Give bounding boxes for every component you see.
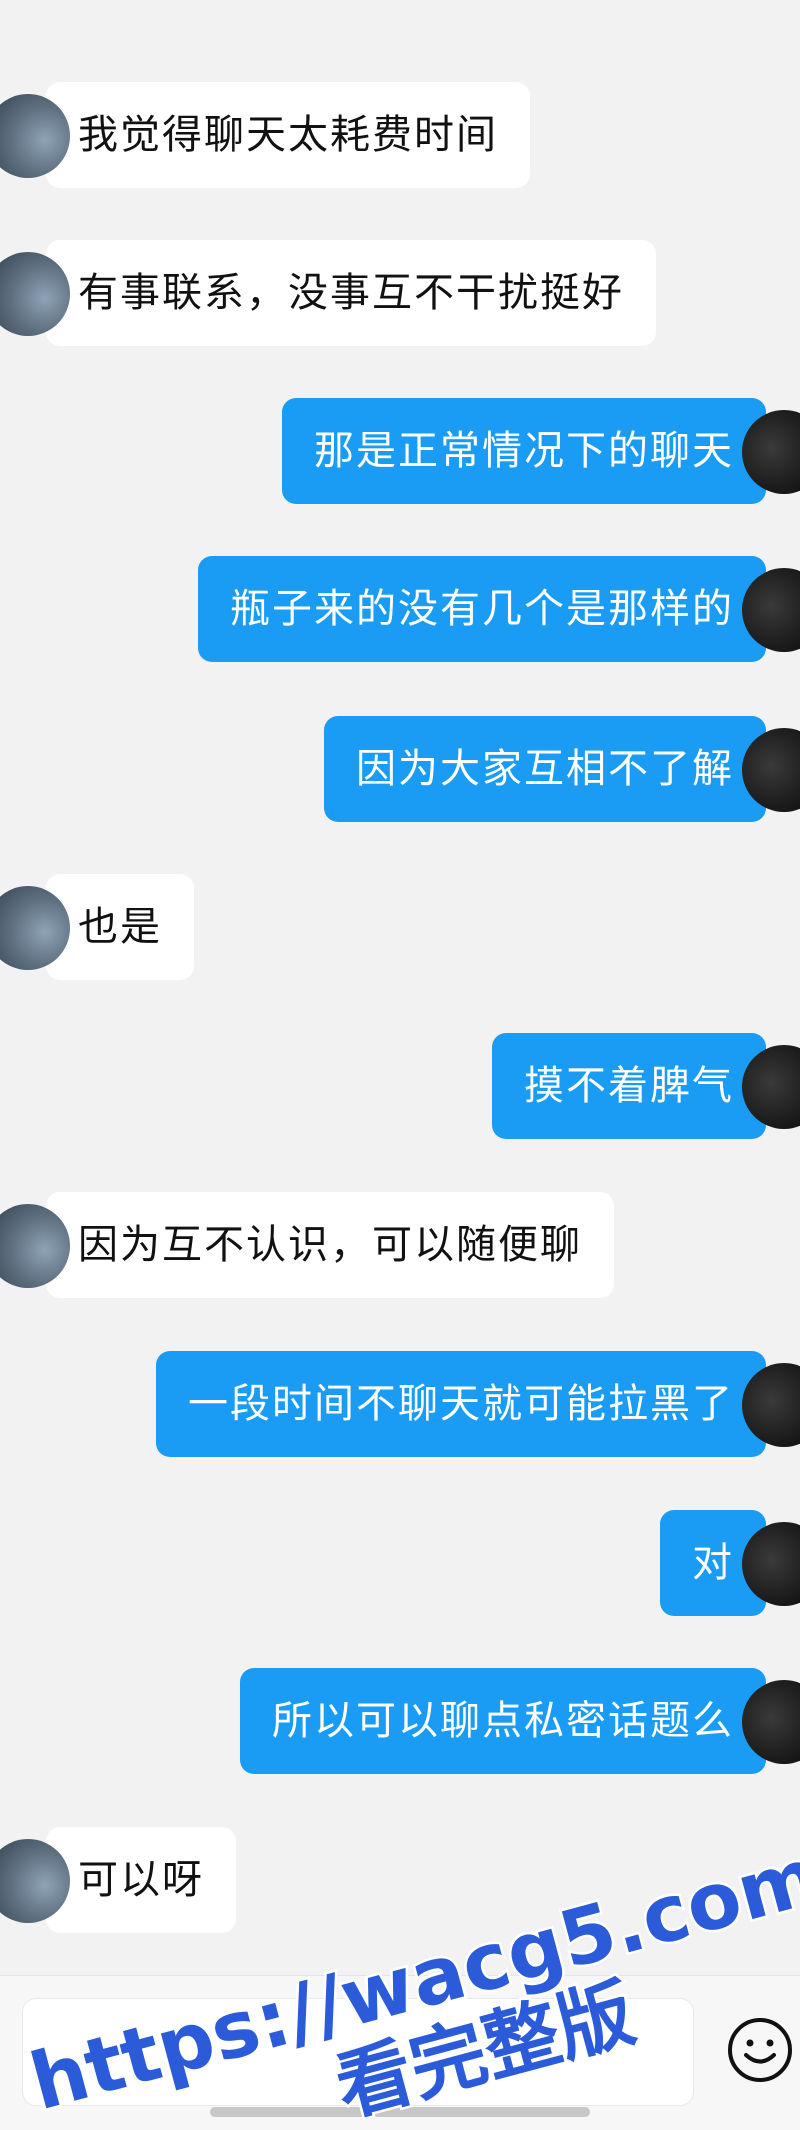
- own-avatar[interactable]: [742, 1522, 800, 1606]
- message-row: 因为大家互相不了解: [0, 716, 800, 822]
- message-text: 对: [692, 1540, 734, 1586]
- own-avatar[interactable]: [742, 1045, 800, 1129]
- outgoing-message-bubble[interactable]: 对: [660, 1510, 800, 1616]
- home-indicator[interactable]: [210, 2107, 590, 2117]
- message-text: 我觉得聊天太耗费时间: [78, 112, 498, 158]
- smiley-face-icon[interactable]: [726, 2016, 794, 2084]
- message-row: 那是正常情况下的聊天: [0, 398, 800, 504]
- message-row: 有事联系，没事互不干扰挺好: [0, 240, 800, 346]
- incoming-message-bubble[interactable]: 可以呀: [0, 1827, 236, 1933]
- message-row: 可以呀: [0, 1827, 800, 1933]
- outgoing-message-bubble[interactable]: 那是正常情况下的聊天: [282, 398, 800, 504]
- contact-avatar[interactable]: [0, 1204, 70, 1288]
- message-row: 摸不着脾气: [0, 1033, 800, 1139]
- message-text: 也是: [78, 904, 162, 950]
- own-avatar[interactable]: [742, 1363, 800, 1447]
- message-text: 摸不着脾气: [524, 1063, 734, 1109]
- contact-avatar[interactable]: [0, 1839, 70, 1923]
- own-avatar[interactable]: [742, 728, 800, 812]
- outgoing-message-bubble[interactable]: 因为大家互相不了解: [324, 716, 800, 822]
- incoming-message-bubble[interactable]: 也是: [0, 874, 194, 980]
- message-row: 也是: [0, 874, 800, 980]
- chat-thread: 我觉得聊天太耗费时间 有事联系，没事互不干扰挺好 那是正常情况下的聊天 瓶子来的…: [0, 0, 800, 1975]
- message-row: 瓶子来的没有几个是那样的: [0, 556, 800, 662]
- own-avatar[interactable]: [742, 410, 800, 494]
- incoming-message-bubble[interactable]: 有事联系，没事互不干扰挺好: [0, 240, 656, 346]
- message-row: 一段时间不聊天就可能拉黑了: [0, 1351, 800, 1457]
- message-text: 瓶子来的没有几个是那样的: [230, 586, 734, 632]
- outgoing-message-bubble[interactable]: 摸不着脾气: [492, 1033, 800, 1139]
- message-text: 因为大家互相不了解: [356, 746, 734, 792]
- contact-avatar[interactable]: [0, 252, 70, 336]
- message-row: 对: [0, 1510, 800, 1616]
- contact-avatar[interactable]: [0, 94, 70, 178]
- message-text: 那是正常情况下的聊天: [314, 428, 734, 474]
- contact-avatar[interactable]: [0, 886, 70, 970]
- message-text: 因为互不认识，可以随便聊: [78, 1222, 582, 1268]
- incoming-message-bubble[interactable]: 因为互不认识，可以随便聊: [0, 1192, 614, 1298]
- message-input[interactable]: [22, 1998, 694, 2106]
- own-avatar[interactable]: [742, 1680, 800, 1764]
- incoming-message-bubble[interactable]: 我觉得聊天太耗费时间: [0, 82, 530, 188]
- message-text: 可以呀: [78, 1857, 204, 1903]
- outgoing-message-bubble[interactable]: 瓶子来的没有几个是那样的: [198, 556, 800, 662]
- message-row: 我觉得聊天太耗费时间: [0, 82, 800, 188]
- message-text: 一段时间不聊天就可能拉黑了: [188, 1381, 734, 1427]
- message-text: 所以可以聊点私密话题么: [272, 1698, 734, 1744]
- outgoing-message-bubble[interactable]: 所以可以聊点私密话题么: [240, 1668, 800, 1774]
- outgoing-message-bubble[interactable]: 一段时间不聊天就可能拉黑了: [156, 1351, 800, 1457]
- own-avatar[interactable]: [742, 568, 800, 652]
- message-text: 有事联系，没事互不干扰挺好: [78, 270, 624, 316]
- message-row: 因为互不认识，可以随便聊: [0, 1192, 800, 1298]
- message-row: 所以可以聊点私密话题么: [0, 1668, 800, 1774]
